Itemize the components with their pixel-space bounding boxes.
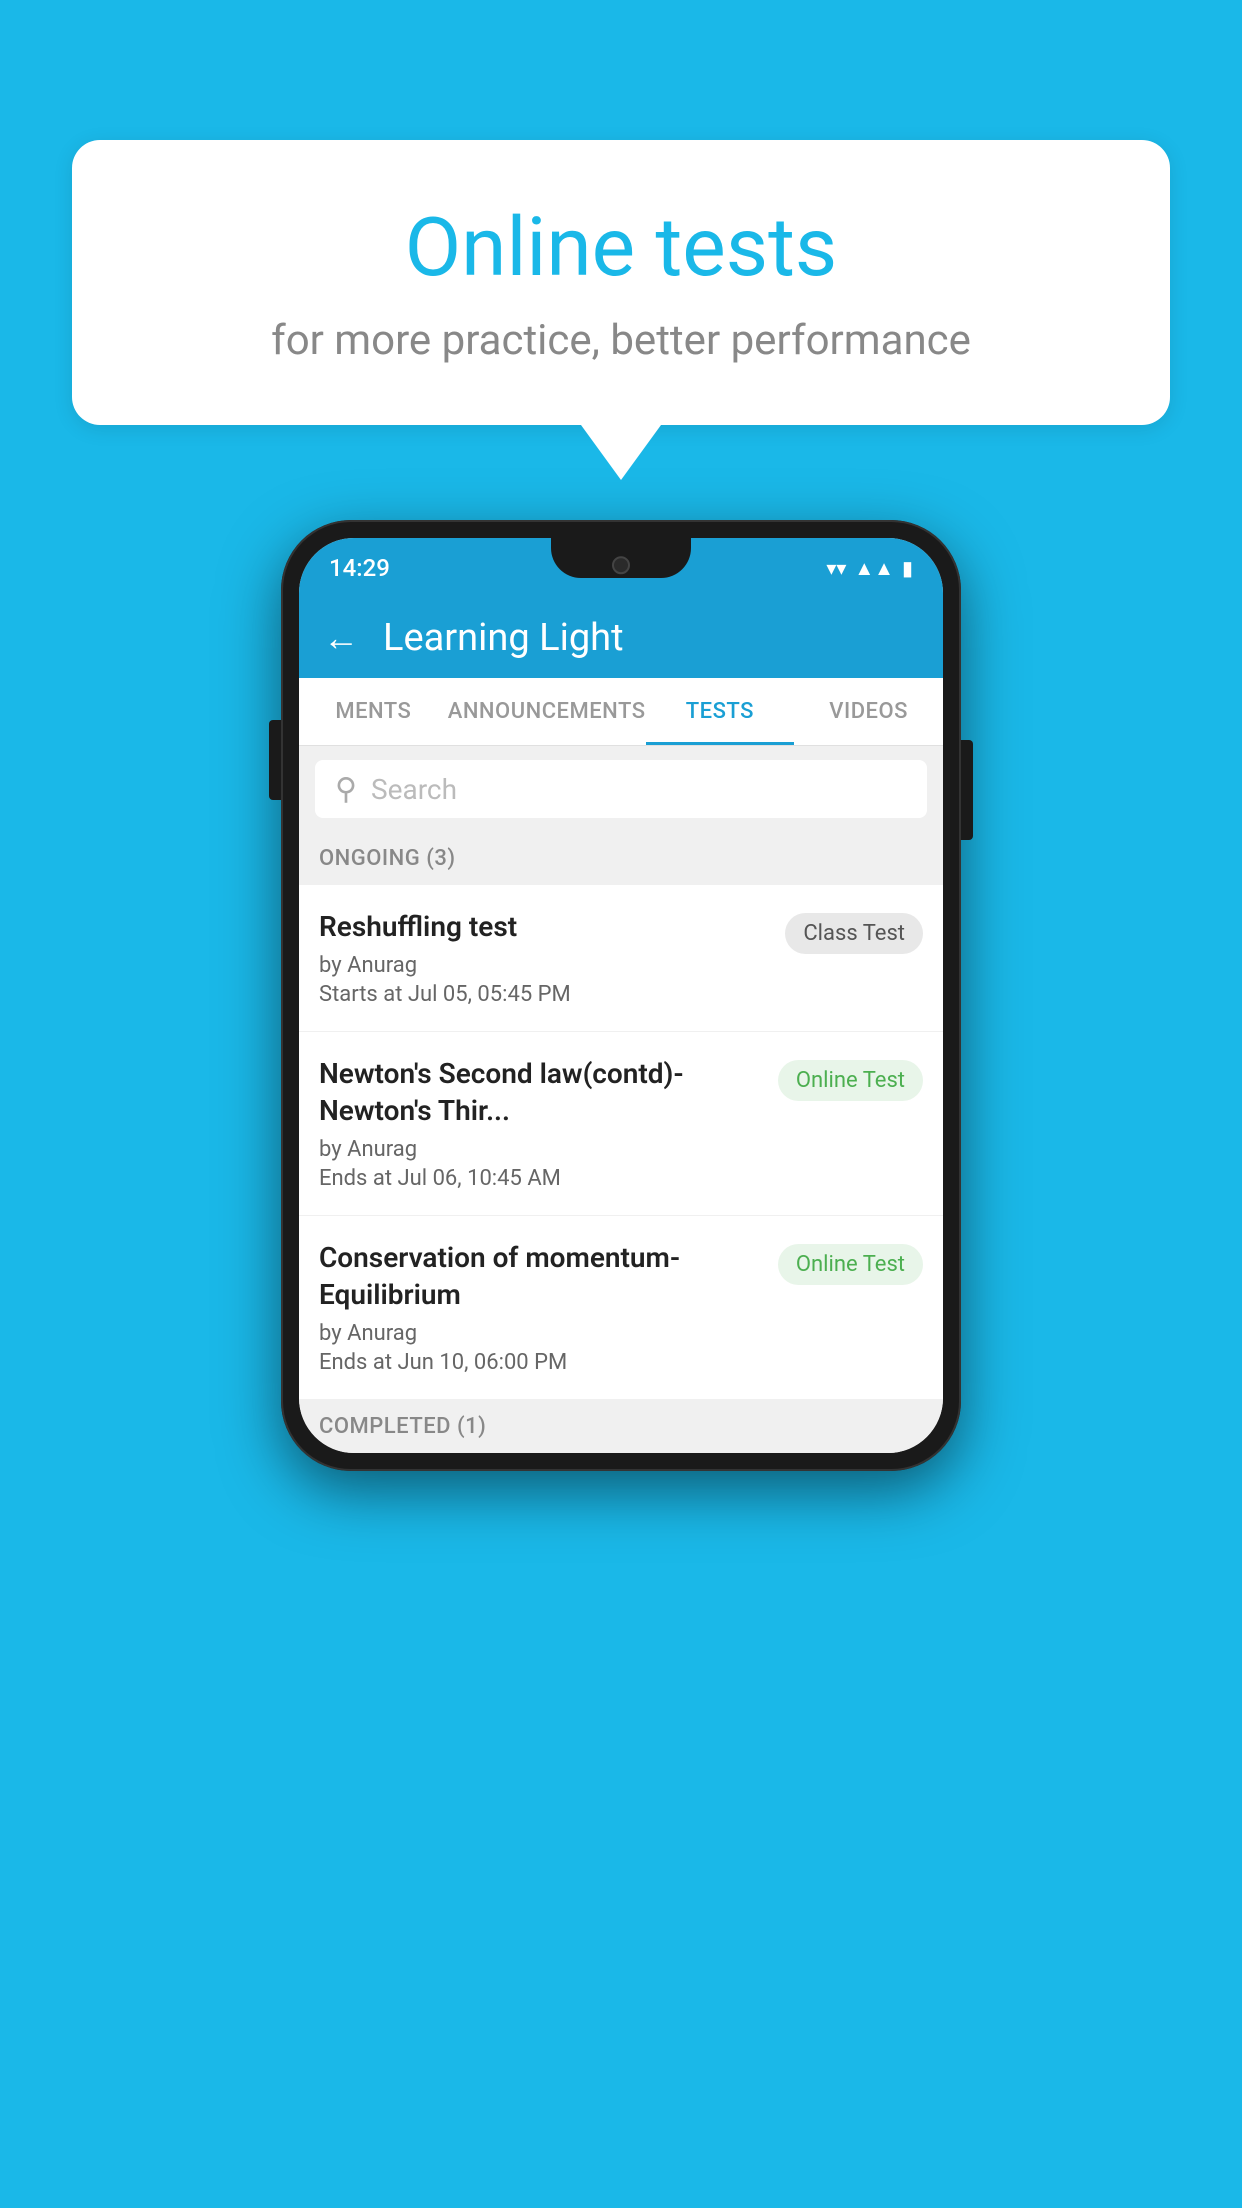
tab-ments[interactable]: MENTS [299,678,448,745]
test-date-newtons: Ends at Jul 06, 10:45 AM [319,1166,762,1191]
wifi-icon: ▾▾ [826,556,846,580]
phone-screen: 14:29 ▾▾ ▲▲ ▮ ← Learning Light MENTS [299,538,943,1453]
tab-videos[interactable]: VIDEOS [794,678,943,745]
test-item-conservation[interactable]: Conservation of momentum-Equilibrium by … [299,1216,943,1400]
section-ongoing-header: ONGOING (3) [299,832,943,885]
test-author-newtons: by Anurag [319,1137,762,1162]
test-badge-reshuffling: Class Test [785,913,923,954]
speech-bubble-arrow [581,425,661,480]
test-title-reshuffling: Reshuffling test [319,909,769,945]
test-date-reshuffling: Starts at Jul 05, 05:45 PM [319,982,769,1007]
phone-outer-frame: 14:29 ▾▾ ▲▲ ▮ ← Learning Light MENTS [281,520,961,1471]
test-item-reshuffling[interactable]: Reshuffling test by Anurag Starts at Jul… [299,885,943,1032]
test-author-conservation: by Anurag [319,1321,762,1346]
test-info-reshuffling: Reshuffling test by Anurag Starts at Jul… [319,909,769,1007]
speech-bubble-container: Online tests for more practice, better p… [72,140,1170,480]
section-completed-header: COMPLETED (1) [299,1400,943,1453]
test-item-newtons[interactable]: Newton's Second law(contd)-Newton's Thir… [299,1032,943,1216]
test-info-conservation: Conservation of momentum-Equilibrium by … [319,1240,762,1375]
signal-icon: ▲▲ [854,556,894,581]
tabs-bar: MENTS ANNOUNCEMENTS TESTS VIDEOS [299,678,943,746]
back-button[interactable]: ← [323,617,359,659]
test-list-ongoing: Reshuffling test by Anurag Starts at Jul… [299,885,943,1400]
status-icons: ▾▾ ▲▲ ▮ [826,556,913,581]
camera-icon [612,556,630,574]
speech-bubble: Online tests for more practice, better p… [72,140,1170,425]
test-title-newtons: Newton's Second law(contd)-Newton's Thir… [319,1056,762,1129]
test-date-conservation: Ends at Jun 10, 06:00 PM [319,1350,762,1375]
app-bar: ← Learning Light [299,598,943,678]
test-author-reshuffling: by Anurag [319,953,769,978]
search-icon: ⚲ [335,772,357,807]
speech-bubble-subtitle: for more practice, better performance [132,316,1110,365]
search-bar[interactable]: ⚲ Search [315,760,927,818]
tab-announcements[interactable]: ANNOUNCEMENTS [448,678,646,745]
phone-device: 14:29 ▾▾ ▲▲ ▮ ← Learning Light MENTS [281,520,961,1471]
test-badge-conservation: Online Test [778,1244,923,1285]
search-placeholder: Search [371,773,457,806]
app-title: Learning Light [383,616,624,660]
phone-notch [551,538,691,578]
test-badge-newtons: Online Test [778,1060,923,1101]
tab-tests[interactable]: TESTS [646,678,795,745]
status-time: 14:29 [329,554,390,582]
speech-bubble-title: Online tests [132,200,1110,296]
search-container: ⚲ Search [299,746,943,832]
test-info-newtons: Newton's Second law(contd)-Newton's Thir… [319,1056,762,1191]
test-title-conservation: Conservation of momentum-Equilibrium [319,1240,762,1313]
battery-icon: ▮ [902,556,913,580]
status-bar: 14:29 ▾▾ ▲▲ ▮ [299,538,943,598]
